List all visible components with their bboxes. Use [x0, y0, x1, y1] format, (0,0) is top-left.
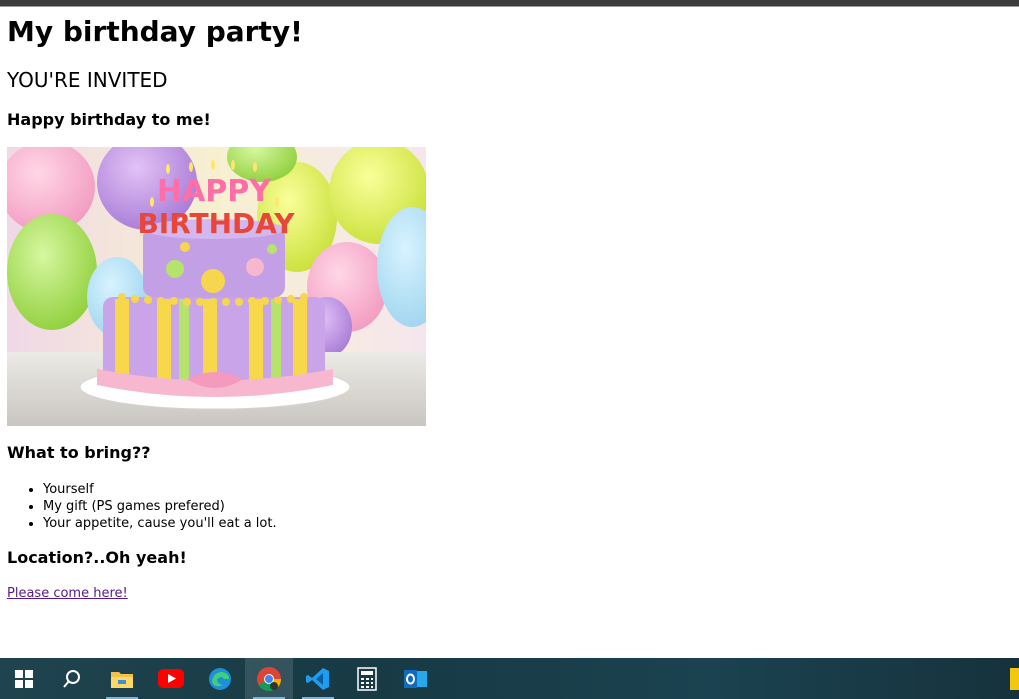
birthday-subtitle: Happy birthday to me!: [7, 110, 211, 129]
birthday-candles: BIRTHDAY: [137, 207, 295, 240]
taskbar: [0, 658, 1019, 699]
file-explorer-icon[interactable]: [98, 658, 146, 699]
search-icon[interactable]: [48, 658, 96, 699]
vscode-icon[interactable]: [294, 658, 342, 699]
chrome-icon[interactable]: [245, 658, 293, 699]
calculator-icon[interactable]: [343, 658, 391, 699]
page-title: My birthday party!: [7, 15, 303, 48]
outlook-icon[interactable]: [392, 658, 440, 699]
bring-list: Yourself My gift (PS games prefered) You…: [7, 481, 277, 532]
list-item: Your appetite, cause you'll eat a lot.: [43, 515, 277, 532]
what-to-bring-heading: What to bring??: [7, 443, 151, 462]
location-link[interactable]: Please come here!: [7, 585, 128, 602]
location-heading: Location?..Oh yeah!: [7, 548, 187, 567]
happy-candles: HAPPY: [157, 174, 272, 209]
browser-top-edge: [0, 0, 1019, 7]
youtube-icon[interactable]: [147, 658, 195, 699]
birthday-cake-image: HAPPY BIRTHDAY: [7, 147, 426, 426]
invited-heading: YOU'RE INVITED: [7, 68, 168, 92]
edge-icon[interactable]: [196, 658, 244, 699]
list-item: My gift (PS games prefered): [43, 498, 277, 515]
start-icon[interactable]: [0, 658, 48, 699]
list-item: Yourself: [43, 481, 277, 498]
notification-icon[interactable]: [1010, 668, 1019, 690]
